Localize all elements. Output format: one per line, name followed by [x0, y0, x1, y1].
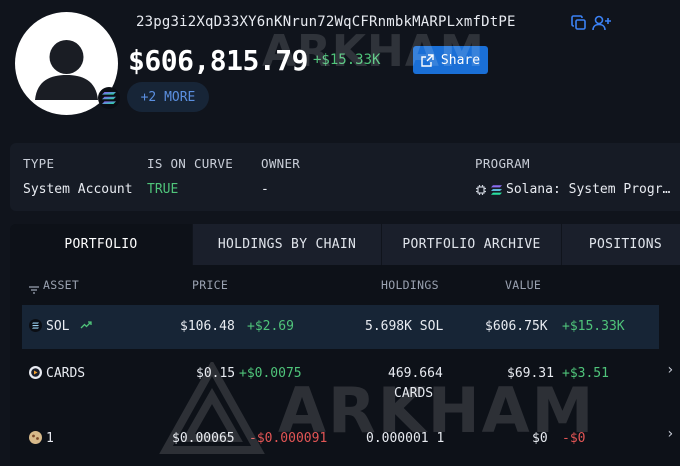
column-asset[interactable]: ASSET [43, 278, 79, 292]
asset-name: SOL [46, 319, 70, 334]
type-value: System Account [23, 182, 133, 197]
asset-value-change: +$3.51 [562, 366, 609, 381]
asset-value-change: -$0 [562, 431, 586, 446]
asset-value-change: +$15.33K [562, 319, 625, 334]
share-label: Share [440, 52, 481, 68]
portfolio-tabs: PORTFOLIO HOLDINGS BY CHAIN PORTFOLIO AR… [10, 224, 680, 265]
owner-label: OWNER [261, 156, 301, 171]
tab-portfolio[interactable]: PORTFOLIO [10, 224, 193, 265]
column-holdings[interactable]: HOLDINGS [381, 278, 439, 292]
asset-price: $0.00065 [172, 431, 235, 446]
solana-icon [98, 87, 120, 109]
asset-value: $0 [532, 431, 548, 446]
asset-holdings: 0.000001 1 [366, 431, 445, 446]
type-label: TYPE [23, 156, 55, 171]
asset-holdings-unit: CARDS [394, 386, 434, 401]
asset-price-change: -$0.000091 [249, 431, 328, 446]
add-user-icon[interactable] [592, 14, 612, 32]
program-label: PROGRAM [475, 156, 530, 171]
sol-token-icon [29, 319, 42, 336]
table-row[interactable]: SOL $106.48 +$2.69 5.698K SOL $606.75K +… [22, 305, 659, 349]
cards-token-icon [29, 366, 42, 383]
asset-holdings: 469.664 [388, 366, 443, 381]
tab-portfolio-archive[interactable]: PORTFOLIO ARCHIVE [382, 224, 562, 265]
account-info-card: TYPE System Account IS ON CURVE TRUE OWN… [10, 143, 680, 211]
asset-holdings: 5.698K SOL [365, 319, 444, 334]
portfolio-panel: PORTFOLIO HOLDINGS BY CHAIN PORTFOLIO AR… [10, 224, 680, 466]
column-value[interactable]: VALUE [505, 278, 541, 292]
program-value: Solana: System Progr… [506, 182, 671, 197]
asset-name: 1 [46, 431, 54, 446]
share-button[interactable]: Share [413, 46, 488, 74]
total-portfolio-value: $606,815.79 [128, 44, 308, 77]
external-link-icon [421, 53, 434, 67]
total-value-change: +$15.33K [313, 52, 381, 68]
asset-name: CARDS [46, 366, 86, 381]
curve-label: IS ON CURVE [147, 156, 234, 171]
owner-value: - [261, 182, 269, 197]
tab-holdings-by-chain[interactable]: HOLDINGS BY CHAIN [193, 224, 382, 265]
program-link[interactable]: Solana: System Progr… [475, 182, 670, 197]
asset-price: $106.48 [180, 319, 235, 334]
chevron-right-icon[interactable]: › [666, 362, 674, 378]
asset-value: $606.75K [485, 319, 548, 334]
column-price[interactable]: PRICE [192, 278, 228, 292]
tab-positions[interactable]: POSITIONS [562, 224, 680, 265]
table-row[interactable]: 1 $0.00065 -$0.000091 0.000001 1 $0 -$0 … [22, 417, 674, 461]
asset-price: $0.15 [196, 366, 236, 381]
asset-price-change: +$2.69 [247, 319, 294, 334]
filter-icon[interactable] [29, 279, 39, 298]
chevron-right-icon[interactable]: › [666, 426, 674, 442]
entity-address: 23pg3i2XqD33XY6nKNrun72WqCFRnmbkMARPLxmf… [136, 14, 516, 30]
asset-price-change: +$0.0075 [239, 366, 302, 381]
more-chains-button[interactable]: +2 MORE [127, 82, 209, 112]
solana-icon [491, 184, 502, 195]
asset-value: $69.31 [507, 366, 554, 381]
chip-icon [476, 184, 486, 195]
copy-icon[interactable] [570, 14, 588, 32]
table-row[interactable]: CARDS $0.15 +$0.0075 469.664 CARDS $69.3… [22, 353, 674, 413]
trending-up-icon [80, 319, 92, 334]
curve-value: TRUE [147, 182, 179, 197]
token-1-icon [29, 431, 42, 448]
